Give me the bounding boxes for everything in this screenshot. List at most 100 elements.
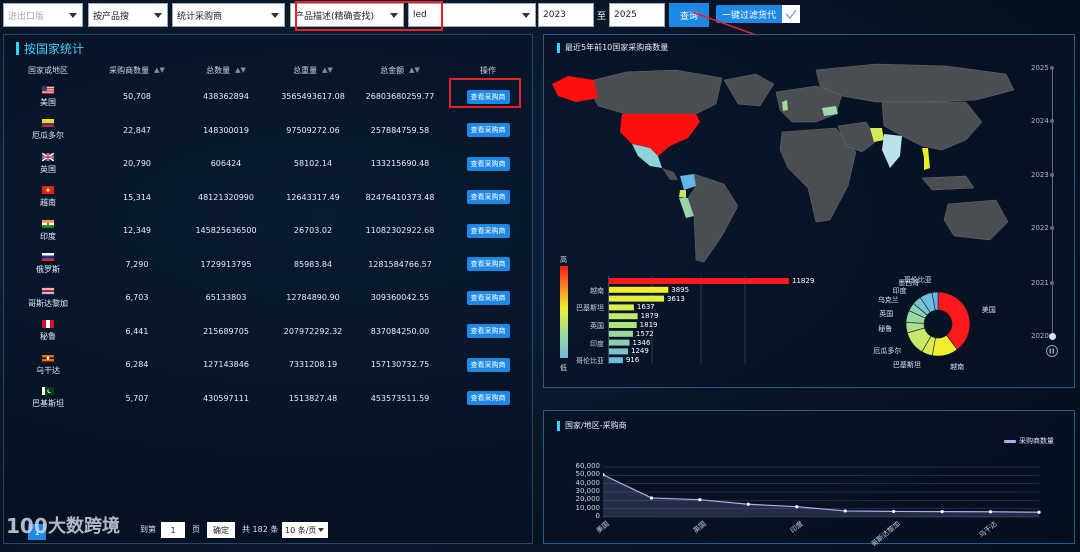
view-buyers-button[interactable]: 查看采购商 <box>466 123 510 137</box>
weight-value: 7331208.19 <box>288 360 338 369</box>
hbar[interactable] <box>609 313 638 320</box>
line-point[interactable] <box>892 509 896 514</box>
country-name: 俄罗斯 <box>36 265 60 274</box>
hbar[interactable] <box>609 295 664 302</box>
amount-cell: 133215690.48 <box>356 147 444 180</box>
flag-gb-icon <box>42 152 54 161</box>
view-buyers-button[interactable]: 查看采购商 <box>466 324 510 338</box>
line-point[interactable] <box>1037 510 1041 514</box>
vietnam <box>922 148 930 170</box>
col-weight[interactable]: 总重量 ▲▼ <box>270 60 356 80</box>
year-to-input[interactable]: 2025 <box>609 3 665 27</box>
y-tick-label: 30,000 <box>575 487 601 495</box>
qty-value: 65133803 <box>205 293 247 302</box>
timeline-year[interactable]: 2025 <box>1031 64 1049 72</box>
hbar[interactable] <box>609 348 629 355</box>
stat-type-select[interactable]: 统计采购商 <box>172 3 285 27</box>
qty-cell: 215689705 <box>182 315 270 348</box>
buyers-value: 5,707 <box>125 393 149 403</box>
timeline-dot[interactable] <box>1050 173 1054 177</box>
timeline-year[interactable]: 2024 <box>1031 117 1049 125</box>
timeline-handle[interactable] <box>1049 333 1056 340</box>
import-export-select[interactable]: 进出口版 <box>3 3 83 27</box>
line-point[interactable] <box>940 510 944 514</box>
view-buyers-button[interactable]: 查看采购商 <box>466 357 510 372</box>
country-stats-title-text: 按国家统计 <box>24 42 85 56</box>
donut-label: 美国 <box>981 306 996 315</box>
year-from-input[interactable]: 2023 <box>538 3 594 27</box>
line-area <box>603 474 1039 517</box>
hbar[interactable] <box>609 322 637 328</box>
amount-value: 257884759.58 <box>370 125 430 135</box>
timeline-dot[interactable] <box>1050 119 1054 123</box>
view-buyers-button[interactable]: 查看采购商 <box>466 89 510 104</box>
timeline-year[interactable]: 2020 <box>1031 332 1049 340</box>
hbar[interactable] <box>609 304 634 311</box>
y-tick-label: 10,000 <box>575 503 601 512</box>
donut-label: 巴基斯坦 <box>892 361 921 370</box>
amount-value: 309360042.55 <box>370 293 430 302</box>
line-point[interactable] <box>746 502 750 506</box>
country-cell: 秘鲁 <box>4 315 92 348</box>
flag-us-icon <box>42 85 54 94</box>
chevron-down-icon <box>69 13 77 18</box>
weight-cell: 58102.14 <box>270 147 356 180</box>
amount-cell: 11082302922.68 <box>356 214 444 247</box>
table-row: 美国 50,708 438362894 3565493617.08 2680368025… <box>4 80 532 113</box>
hbar[interactable] <box>609 330 633 337</box>
sort-icon[interactable]: ▲▼ <box>322 66 333 74</box>
timeline-year[interactable]: 2023 <box>1031 171 1049 179</box>
timeline-year[interactable]: 2022 <box>1031 224 1049 232</box>
amount-value: 1281584766.57 <box>368 259 432 269</box>
hbar[interactable] <box>609 286 669 293</box>
table-row: 秘鲁 6,441 215689705 207972292.32 837084250.00… <box>4 315 532 348</box>
pager-goto-input[interactable]: 1 <box>161 522 185 538</box>
flag-pe-icon <box>42 320 54 328</box>
timeline-dot[interactable] <box>1050 281 1054 285</box>
line-point[interactable] <box>649 496 654 500</box>
view-buyers-button[interactable]: 查看采购商 <box>466 156 510 171</box>
col-buyers[interactable]: 采购商数量 ▲▼ <box>92 60 182 80</box>
view-buyers-button[interactable]: 查看采购商 <box>466 257 510 271</box>
hbar[interactable] <box>609 278 789 284</box>
pause-icon[interactable] <box>1046 345 1058 357</box>
line-point[interactable] <box>795 505 799 509</box>
hbar[interactable] <box>609 357 623 364</box>
pager-size-select[interactable]: 10 条/页 <box>282 522 328 538</box>
donut-label: 秘鲁 <box>878 325 893 334</box>
alaska-usa <box>552 76 598 102</box>
pager-confirm-button[interactable]: 确定 <box>207 522 235 538</box>
hbar[interactable] <box>609 339 630 346</box>
qty-value: 606424 <box>210 159 242 168</box>
line-legend[interactable]: 采购商数量 <box>1004 436 1054 446</box>
donut-chart <box>905 291 971 357</box>
title-accent <box>557 42 560 53</box>
view-buyers-button[interactable]: 查看采购商 <box>466 190 510 204</box>
timeline-dot[interactable] <box>1050 66 1054 70</box>
weight-cell: 97509272.06 <box>270 114 356 147</box>
line-point[interactable] <box>843 509 847 513</box>
col-amount[interactable]: 总金额 ▲▼ <box>356 60 444 80</box>
country-cell: 越南 <box>4 181 92 214</box>
search-by-select[interactable]: 按产品搜 <box>88 3 168 27</box>
flag-ru-icon <box>42 253 54 261</box>
hbar-category-label: 越南 <box>590 286 604 295</box>
line-point[interactable] <box>988 510 993 514</box>
filter-forwarder-checkbox[interactable] <box>782 5 800 23</box>
country-name: 秘鲁 <box>40 332 56 341</box>
sort-icon[interactable]: ▲▼ <box>409 66 420 74</box>
timeline-dot[interactable] <box>1050 226 1054 230</box>
view-buyers-button[interactable]: 查看采购商 <box>466 391 510 405</box>
view-buyers-button[interactable]: 查看采购商 <box>466 223 510 238</box>
sort-icon[interactable]: ▲▼ <box>235 66 246 74</box>
view-buyers-button[interactable]: 查看采购商 <box>466 290 510 305</box>
action-cell: 查看采购商 <box>444 248 532 281</box>
timeline-year[interactable]: 2021 <box>1031 279 1049 287</box>
chevron-down-icon <box>271 13 279 18</box>
sort-icon[interactable]: ▲▼ <box>154 66 165 74</box>
amount-cell: 1281584766.57 <box>356 248 444 281</box>
indonesia <box>921 175 975 191</box>
world-map[interactable] <box>546 56 1026 271</box>
col-qty[interactable]: 总数量 ▲▼ <box>182 60 270 80</box>
line-point[interactable] <box>698 498 702 502</box>
